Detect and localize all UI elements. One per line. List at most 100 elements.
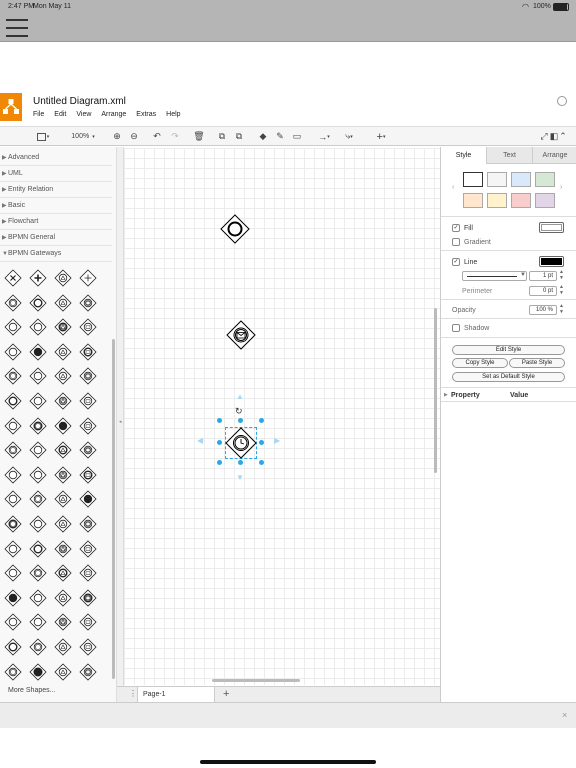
gateway-shape-thumbnail[interactable] [54,294,72,312]
gateway-shape-thumbnail[interactable] [54,540,72,558]
category-bpmn-gateways[interactable]: ▼ BPMN Gateways [0,246,112,262]
copy-style-button[interactable]: Copy Style [452,358,508,368]
gateway-shape-thumbnail[interactable] [4,638,22,656]
gateway-shape-thumbnail[interactable] [4,589,22,607]
gateway-shape-thumbnail[interactable] [79,540,97,558]
gateway-shape-thumbnail[interactable] [4,392,22,410]
view-panels-button[interactable]: ▾ [34,130,52,143]
gateway-shape-thumbnail[interactable] [54,367,72,385]
line-color-picker[interactable] [539,256,564,267]
gateway-shape-thumbnail[interactable] [29,417,47,435]
hamburger-icon[interactable] [6,19,28,37]
opacity-stepper[interactable]: 100 % [529,305,557,315]
gateway-shape-thumbnail[interactable] [29,318,47,336]
color-swatch[interactable] [535,193,555,208]
color-swatch[interactable] [535,172,555,187]
category-advanced[interactable]: ▶ Advanced [0,150,112,166]
gateway-shape-thumbnail[interactable] [4,343,22,361]
line-checkbox[interactable]: ✓ [452,258,460,266]
connect-arrow-up-icon[interactable]: ▲ [236,392,244,401]
sidebar-splitter[interactable]: ◂ [117,147,124,686]
gateway-shape-thumbnail[interactable] [54,515,72,533]
collapse-icon[interactable]: ⌃ [558,130,568,143]
color-swatch[interactable] [511,172,531,187]
gateway-shape-thumbnail[interactable] [4,613,22,631]
color-swatch[interactable] [463,193,483,208]
to-front-icon[interactable]: ⧉ [216,130,228,143]
to-back-icon[interactable]: ⧉ [233,130,245,143]
gateway-shape-thumbnail[interactable] [54,441,72,459]
connect-arrow-left-icon[interactable]: ◀ [197,436,203,445]
color-swatch[interactable] [463,172,483,187]
gateway-shape-thumbnail[interactable] [79,589,97,607]
tab-arrange[interactable]: Arrange [532,147,576,164]
gateway-shape-thumbnail[interactable] [54,564,72,582]
gateway-shape-thumbnail[interactable] [29,392,47,410]
gateway-shape-thumbnail[interactable] [54,392,72,410]
category-basic[interactable]: ▶ Basic [0,198,112,214]
canvas-vscrollbar[interactable] [434,308,437,473]
sidebar-scrollbar[interactable] [112,339,115,679]
gateway-shape-thumbnail[interactable] [4,466,22,484]
gateway-shape-thumbnail[interactable] [54,466,72,484]
gateway-shape-thumbnail[interactable] [29,589,47,607]
connection-icon[interactable]: → ▾ [315,130,333,143]
connect-arrow-down-icon[interactable]: ▼ [236,473,244,482]
gateway-shape-thumbnail[interactable] [29,613,47,631]
fullscreen-icon[interactable]: ⤢ [539,130,549,143]
color-swatch[interactable] [511,193,531,208]
gateway-shape-thumbnail[interactable] [4,490,22,508]
gateway-shape-thumbnail[interactable] [79,269,97,287]
gateway-shape-thumbnail[interactable] [29,564,47,582]
gateway-shape-thumbnail[interactable] [29,490,47,508]
gateway-shape-thumbnail[interactable] [4,540,22,558]
delete-icon[interactable]: 🗑 [193,130,205,143]
swatch-next-icon[interactable]: › [560,184,562,191]
gateway-shape-thumbnail[interactable] [29,294,47,312]
tab-style[interactable]: Style [441,147,486,164]
menu-extras[interactable]: Extras [136,111,156,118]
resize-handle-e[interactable] [259,440,264,445]
page-tab[interactable]: Page-1 [137,687,215,702]
shadow-checkbox[interactable] [452,324,460,332]
page-menu-icon[interactable]: ⋮ [129,689,137,698]
gateway-shape-thumbnail[interactable] [79,294,97,312]
gateway-shape-thumbnail[interactable] [79,663,97,681]
resize-handle-n[interactable] [238,418,243,423]
line-pattern-select[interactable] [462,271,527,281]
chevron-right-icon[interactable]: ▶ [444,392,448,398]
fill-color-icon[interactable]: ◆ [257,130,269,143]
resize-handle-s[interactable] [238,460,243,465]
gradient-checkbox[interactable] [452,238,460,246]
gateway-shape-thumbnail[interactable] [54,343,72,361]
gateway-shape-thumbnail[interactable] [4,417,22,435]
gateway-shape-thumbnail[interactable] [29,515,47,533]
gateway-shape-thumbnail[interactable] [4,318,22,336]
gateway-timer-shape[interactable] [225,427,257,459]
gateway-shape-thumbnail[interactable] [54,318,72,336]
gateway-shape-thumbnail[interactable] [29,540,47,558]
gateway-shape-thumbnail[interactable] [79,515,97,533]
more-shapes-link[interactable]: More Shapes... [8,687,55,694]
fill-color-picker[interactable] [539,222,564,233]
edit-style-button[interactable]: Edit Style [452,345,565,355]
gateway-shape-thumbnail[interactable] [29,343,47,361]
stepper-arrows-icon[interactable]: ▲ ▼ [559,269,564,281]
gateway-shape-thumbnail[interactable] [54,490,72,508]
undo-icon[interactable]: ↶ [151,130,163,143]
paste-style-button[interactable]: Paste Style [509,358,565,368]
diagram-canvas[interactable]: ↻ ▲ ▼ ◀ ▶ [124,148,440,685]
gateway-shape-thumbnail[interactable] [54,613,72,631]
gateway-shape-thumbnail[interactable] [29,638,47,656]
add-page-button[interactable]: + [223,688,229,700]
gateway-shape-thumbnail[interactable] [79,638,97,656]
insert-icon[interactable]: + ▾ [371,130,391,143]
gateway-shape-thumbnail[interactable] [79,490,97,508]
gateway-shape-thumbnail[interactable] [79,417,97,435]
gateway-message-shape[interactable] [226,320,256,350]
gateway-shape-thumbnail[interactable] [54,269,72,287]
gateway-shape-thumbnail[interactable] [29,663,47,681]
gateway-shape-thumbnail[interactable] [4,294,22,312]
gateway-shape-thumbnail[interactable] [29,466,47,484]
stepper-arrows-icon[interactable]: ▲ ▼ [559,284,564,296]
